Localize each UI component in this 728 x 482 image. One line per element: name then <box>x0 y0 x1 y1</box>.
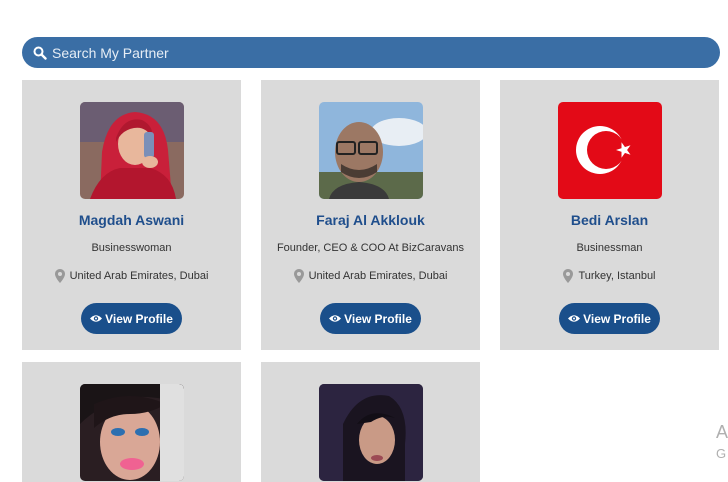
partner-location: United Arab Emirates, Dubai <box>54 269 209 283</box>
view-profile-button[interactable]: View Profile <box>81 303 182 334</box>
search-icon <box>32 45 48 61</box>
location-pin-icon <box>54 269 65 283</box>
partner-card: Magdah Aswani Businesswoman United Arab … <box>22 80 241 350</box>
side-heading-fragment: A <box>716 422 728 442</box>
partner-card: Faraj Al Akklouk Founder, CEO & COO At B… <box>261 80 480 350</box>
side-subtext-fragment: G <box>716 446 727 461</box>
location-text: United Arab Emirates, Dubai <box>308 270 448 282</box>
partner-name[interactable]: Magdah Aswani <box>79 212 184 230</box>
search-bar[interactable] <box>22 37 720 68</box>
location-pin-icon <box>563 269 574 283</box>
partner-avatar[interactable] <box>79 102 184 199</box>
partner-avatar[interactable] <box>79 384 184 481</box>
partner-location: United Arab Emirates, Dubai <box>293 269 448 283</box>
eye-icon <box>90 315 103 322</box>
location-pin-icon <box>293 269 304 283</box>
eye-icon <box>329 315 342 322</box>
partner-title: Founder, CEO & COO At BizCaravans <box>276 242 465 254</box>
view-profile-label: View Profile <box>344 311 412 326</box>
partner-avatar[interactable] <box>318 102 423 199</box>
search-input[interactable] <box>52 44 672 61</box>
location-text: United Arab Emirates, Dubai <box>69 270 209 282</box>
view-profile-label: View Profile <box>105 311 173 326</box>
eye-icon <box>568 315 581 322</box>
partner-location: Turkey, Istanbul <box>563 269 656 283</box>
partner-title: Businesswoman <box>91 242 172 254</box>
location-text: Turkey, Istanbul <box>578 270 656 282</box>
partner-card <box>261 362 480 482</box>
partner-name[interactable]: Faraj Al Akklouk <box>316 212 425 230</box>
view-profile-label: View Profile <box>583 311 651 326</box>
view-profile-button[interactable]: View Profile <box>559 303 660 334</box>
partner-card <box>22 362 241 482</box>
partner-name[interactable]: Bedi Arslan <box>571 212 648 230</box>
partner-avatar[interactable] <box>557 102 662 199</box>
partner-card: Bedi Arslan Businessman Turkey, Istanbul… <box>500 80 719 350</box>
partner-title: Businessman <box>576 242 643 254</box>
partner-avatar[interactable] <box>318 384 423 481</box>
turkish-flag-icon <box>557 102 662 199</box>
view-profile-button[interactable]: View Profile <box>320 303 421 334</box>
